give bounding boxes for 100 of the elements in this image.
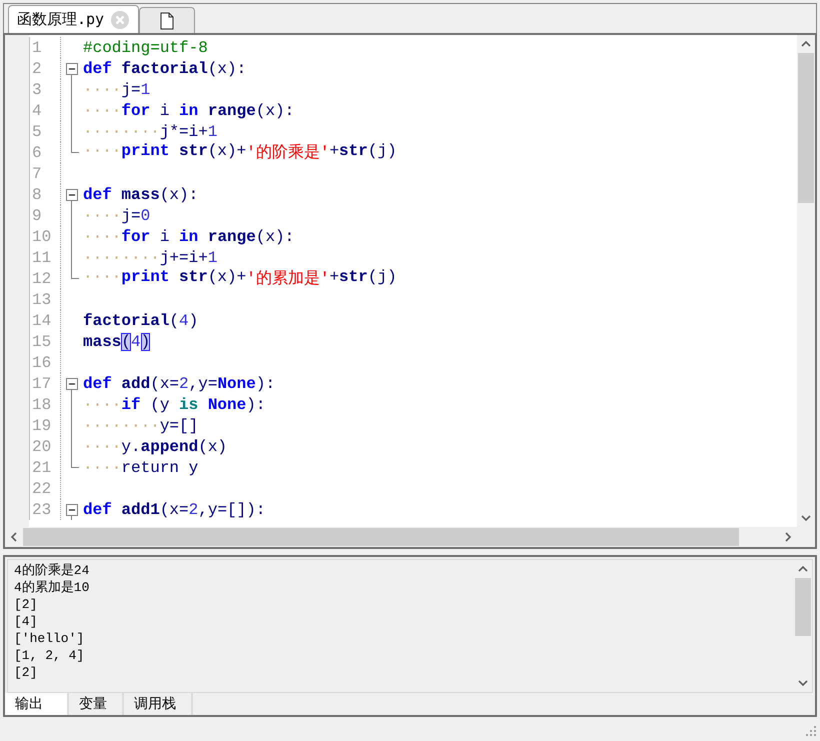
fold-minus-icon[interactable] <box>66 63 78 75</box>
code-token: range <box>206 102 256 120</box>
whitespace-dots: ········ <box>83 416 160 434</box>
code-token: ( <box>169 312 180 330</box>
scrollbar-thumb[interactable] <box>795 578 811 636</box>
line-number: 11 <box>29 247 61 268</box>
code-token: (x): <box>208 60 246 78</box>
code-token: def <box>83 186 112 204</box>
document-icon <box>160 12 174 30</box>
code-token: mass <box>120 186 160 204</box>
line-number: 9 <box>29 205 61 226</box>
code-token: 4 <box>179 312 189 330</box>
line-number: 15 <box>29 331 61 352</box>
code-token: for <box>121 102 150 120</box>
code-token: (x): <box>160 186 198 204</box>
code-token: ) <box>140 332 150 350</box>
code-token: return y <box>121 458 198 476</box>
code-token: str <box>339 268 368 288</box>
code-token: (x= <box>160 500 189 518</box>
line-number: 21 <box>29 457 61 478</box>
whitespace-dots: ···· <box>83 80 122 98</box>
code-token: (x= <box>150 374 180 392</box>
scrollbar-thumb[interactable] <box>798 53 814 203</box>
code-token: None <box>217 374 256 392</box>
code-token: def <box>83 374 112 392</box>
line-number: 4 <box>29 100 61 121</box>
whitespace-dots: ········ <box>83 122 160 140</box>
output-line: [4] <box>14 613 38 630</box>
output-line: [1, 2, 4] <box>14 647 86 664</box>
code-token: mass <box>83 332 122 350</box>
line-number: 8 <box>29 184 61 205</box>
code-token: j*=i+ <box>160 122 208 140</box>
code-token: in <box>179 102 198 120</box>
line-number: 13 <box>29 289 61 310</box>
whitespace-dots: ···· <box>83 458 122 476</box>
code-token: i <box>158 102 170 120</box>
output-line: 4的阶乘是24 <box>14 562 90 579</box>
code-token: ): <box>246 396 266 414</box>
line-number: 10 <box>29 226 61 247</box>
panel-tab[interactable]: 输出 <box>5 693 69 715</box>
file-tab[interactable]: 函数原理.py <box>8 5 140 33</box>
fold-minus-icon[interactable] <box>66 504 78 516</box>
code-token: (j) <box>368 142 397 162</box>
code-token: '的累加是' <box>246 268 330 289</box>
code-token: #coding=utf-8 <box>83 38 208 56</box>
code-token: (x)+ <box>208 268 246 288</box>
code-token: factorial <box>120 60 208 78</box>
fold-minus-icon[interactable] <box>66 378 78 390</box>
whitespace-dots: ···· <box>83 102 122 120</box>
code-token: + <box>329 142 340 162</box>
whitespace-dots: ···· <box>83 206 122 224</box>
line-number: 7 <box>29 163 61 184</box>
line-number: 6 <box>29 142 61 163</box>
code-token: j= <box>121 80 141 98</box>
code-token: None <box>206 396 246 414</box>
code-token: (x): <box>256 102 294 120</box>
code-token: i <box>158 228 170 246</box>
resize-grip-icon[interactable] <box>805 725 817 737</box>
code-token: ,y=[]): <box>198 500 266 518</box>
code-token: (x) <box>198 438 228 456</box>
scrollbar-thumb[interactable] <box>23 528 739 546</box>
code-token: y. <box>121 438 141 456</box>
code-token: (x): <box>256 228 294 246</box>
code-token: ): <box>256 374 276 392</box>
line-number: 22 <box>29 478 61 499</box>
code-token: append <box>140 438 198 456</box>
code-token: 1 <box>208 122 218 140</box>
whitespace-dots: ········ <box>83 248 160 266</box>
code-token: y=[] <box>160 416 198 434</box>
code-token: str <box>178 268 208 288</box>
code-token: def <box>83 60 112 78</box>
code-token: add <box>120 374 150 392</box>
whitespace-dots: ···· <box>83 268 122 288</box>
new-tab[interactable] <box>139 7 196 33</box>
code-token: 4 <box>131 332 141 350</box>
line-number: 20 <box>29 436 61 457</box>
line-number: 17 <box>29 373 61 394</box>
output-line: 4的累加是10 <box>14 579 90 596</box>
code-token: 2 <box>179 374 189 392</box>
line-number: 1 <box>29 37 61 58</box>
line-number: 23 <box>29 499 61 520</box>
line-number: 2 <box>29 58 61 79</box>
code-token: str <box>178 142 208 162</box>
code-token: is <box>179 396 198 414</box>
line-number: 14 <box>29 310 61 331</box>
code-token: (j) <box>368 268 397 288</box>
line-number: 5 <box>29 121 61 142</box>
code-token: 0 <box>140 206 150 224</box>
output-line: [2] <box>14 596 38 613</box>
code-token: range <box>206 228 256 246</box>
output-line: ['hello'] <box>14 630 86 647</box>
whitespace-dots: ···· <box>83 142 122 162</box>
code-token: '的阶乘是' <box>246 142 330 163</box>
line-number: 16 <box>29 352 61 373</box>
code-token: ,y= <box>188 374 218 392</box>
code-token: 1 <box>140 80 150 98</box>
whitespace-dots: ···· <box>83 228 122 246</box>
code-token: for <box>121 228 150 246</box>
fold-minus-icon[interactable] <box>66 189 78 201</box>
line-number: 3 <box>29 79 61 100</box>
